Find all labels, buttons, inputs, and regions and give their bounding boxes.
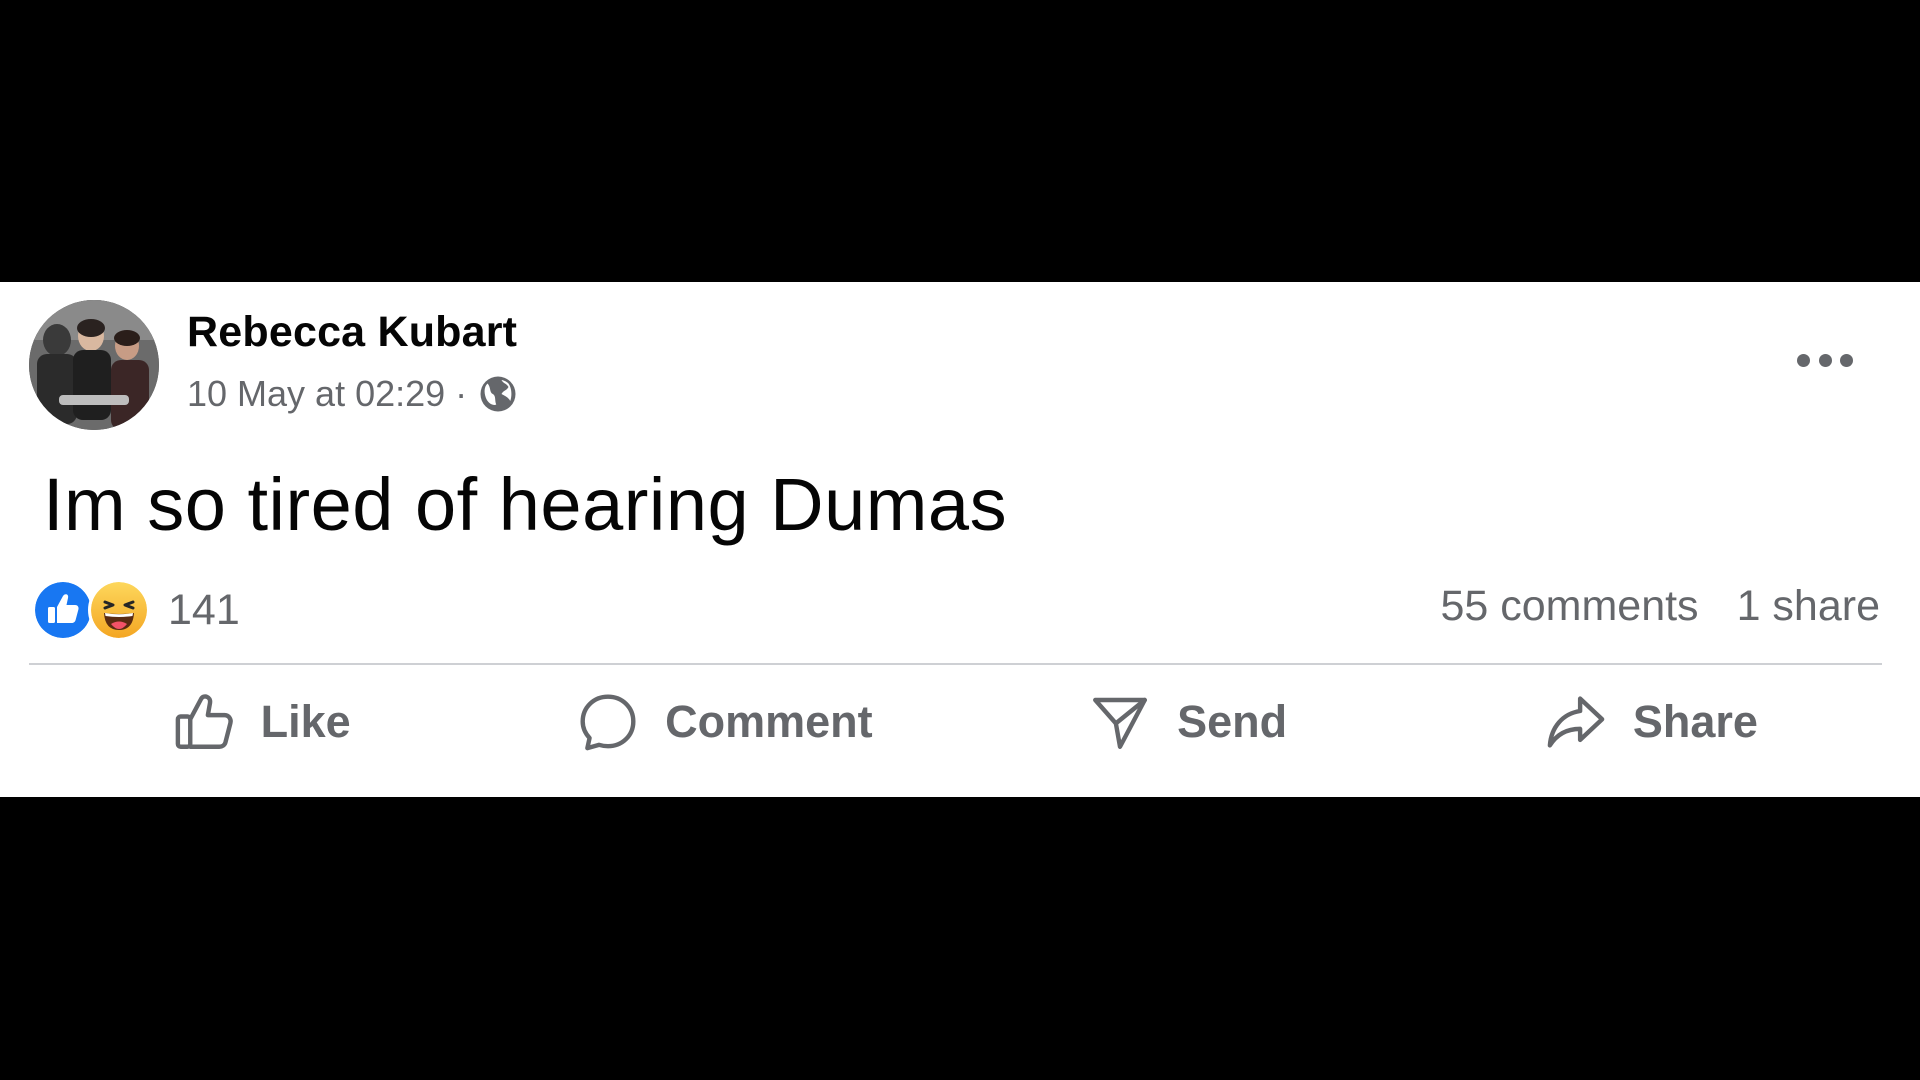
meta-separator: · — [455, 373, 468, 414]
comment-label: Comment — [665, 696, 873, 747]
divider — [29, 663, 1882, 665]
reactions-summary[interactable]: 141 — [32, 578, 240, 642]
avatar[interactable] — [29, 300, 159, 430]
more-dot — [1818, 353, 1832, 367]
shares-count[interactable]: 1 share — [1737, 582, 1880, 631]
send-icon — [1093, 697, 1148, 749]
share-icon — [1547, 696, 1605, 748]
reaction-count: 141 — [168, 585, 240, 634]
share-button[interactable]: Share — [1419, 672, 1882, 772]
more-dot — [1797, 353, 1810, 367]
author-name[interactable]: Rebecca Kubart — [187, 308, 517, 357]
thumbs-up-icon — [175, 694, 233, 749]
post-meta: 10 May at 02:29 · — [187, 373, 519, 415]
post-text: Im so tired of hearing Dumas — [43, 463, 1008, 546]
haha-icon — [88, 579, 150, 641]
comment-icon — [580, 694, 636, 751]
globe-icon[interactable] — [477, 373, 519, 415]
action-bar: Like Comment Send Share — [29, 672, 1882, 772]
comments-count[interactable]: 55 comments — [1440, 582, 1698, 631]
send-label: Send — [1177, 696, 1288, 747]
like-label: Like — [260, 696, 351, 747]
engagement-counts: 55 comments 1 share — [1440, 582, 1880, 631]
more-dot — [1840, 353, 1853, 367]
more-options-icon[interactable] — [1797, 350, 1853, 370]
like-icon — [32, 579, 94, 641]
share-label: Share — [1632, 696, 1758, 747]
like-button[interactable]: Like — [29, 672, 492, 772]
comment-button[interactable]: Comment — [492, 672, 955, 772]
timestamp[interactable]: 10 May at 02:29 — [187, 373, 445, 415]
send-button[interactable]: Send — [956, 672, 1419, 772]
post-card: Rebecca Kubart 10 May at 02:29 · Im so t… — [0, 282, 1920, 797]
